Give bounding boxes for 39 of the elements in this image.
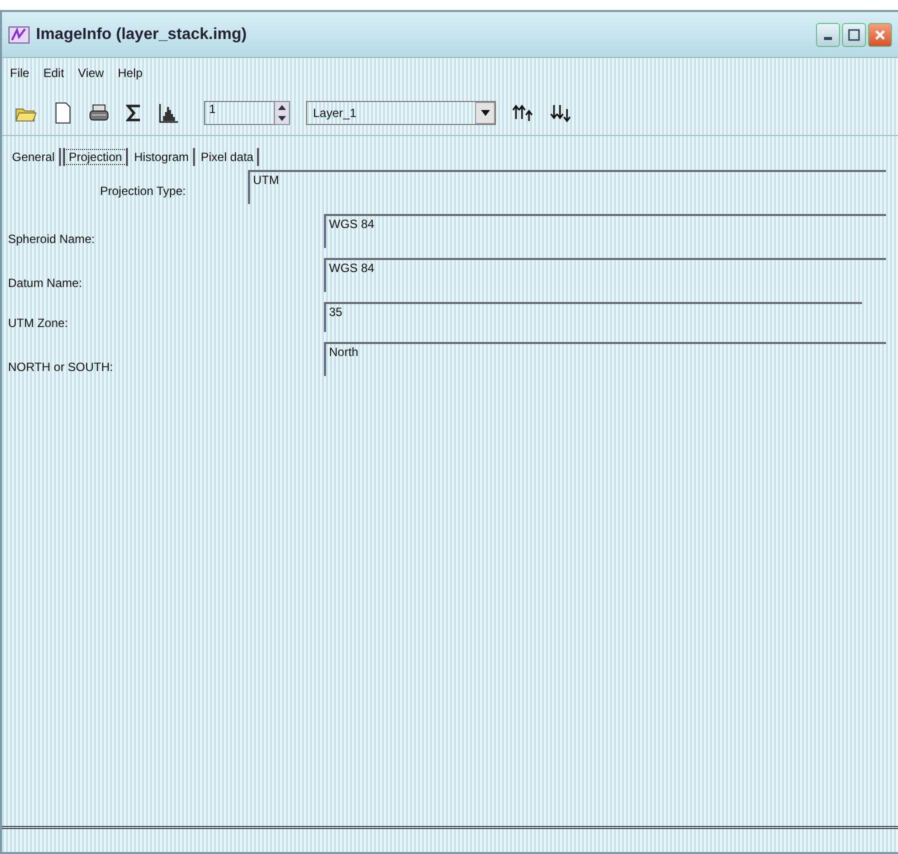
down-arrow-icon — [278, 116, 286, 120]
new-document-button[interactable] — [54, 102, 72, 124]
maximize-button[interactable] — [842, 22, 866, 46]
field-label: UTM Zone: — [8, 316, 70, 332]
close-button[interactable] — [868, 22, 892, 46]
print-button[interactable] — [88, 102, 110, 122]
value-field: North — [324, 342, 886, 376]
move-up-button[interactable] — [512, 102, 534, 122]
app-icon — [8, 24, 30, 44]
value-field: WGS 84 — [324, 214, 886, 248]
menu-item[interactable]: Edit — [43, 66, 64, 82]
minimize-button[interactable] — [816, 22, 840, 46]
maximize-icon — [848, 28, 860, 40]
minimize-icon — [824, 37, 832, 40]
field-label: Spheroid Name: — [8, 232, 96, 248]
layer-number-field[interactable]: 1 — [204, 100, 274, 124]
tab[interactable]: Projection — [62, 148, 128, 166]
up-arrow-icon — [278, 104, 286, 110]
tab[interactable]: Pixel data — [196, 148, 260, 166]
close-icon — [874, 28, 886, 40]
field-label: NORTH or SOUTH: — [8, 360, 114, 376]
menu-item[interactable]: View — [78, 66, 104, 82]
menu-item[interactable]: Help — [118, 66, 143, 82]
move-down-button[interactable] — [550, 102, 572, 122]
projection-type-field: UTM — [248, 170, 886, 204]
window-title: ImageInfo (layer_stack.img) — [36, 26, 247, 44]
layer-dropdown[interactable]: Layer_1 — [306, 100, 496, 124]
tab[interactable]: Histogram — [130, 148, 195, 166]
caret-icon — [480, 110, 490, 116]
value-field: 35 — [324, 302, 862, 332]
value-field: WGS 84 — [324, 258, 886, 292]
menu-item[interactable]: File — [10, 66, 30, 82]
field-label: Projection Type: — [99, 184, 187, 200]
tab[interactable]: General — [8, 148, 61, 166]
spin-button[interactable] — [274, 100, 290, 124]
field-label: Datum Name: — [8, 276, 84, 292]
sum-button[interactable] — [126, 102, 142, 122]
dropdown-button[interactable] — [475, 102, 495, 124]
histogram-button[interactable] — [158, 102, 180, 124]
